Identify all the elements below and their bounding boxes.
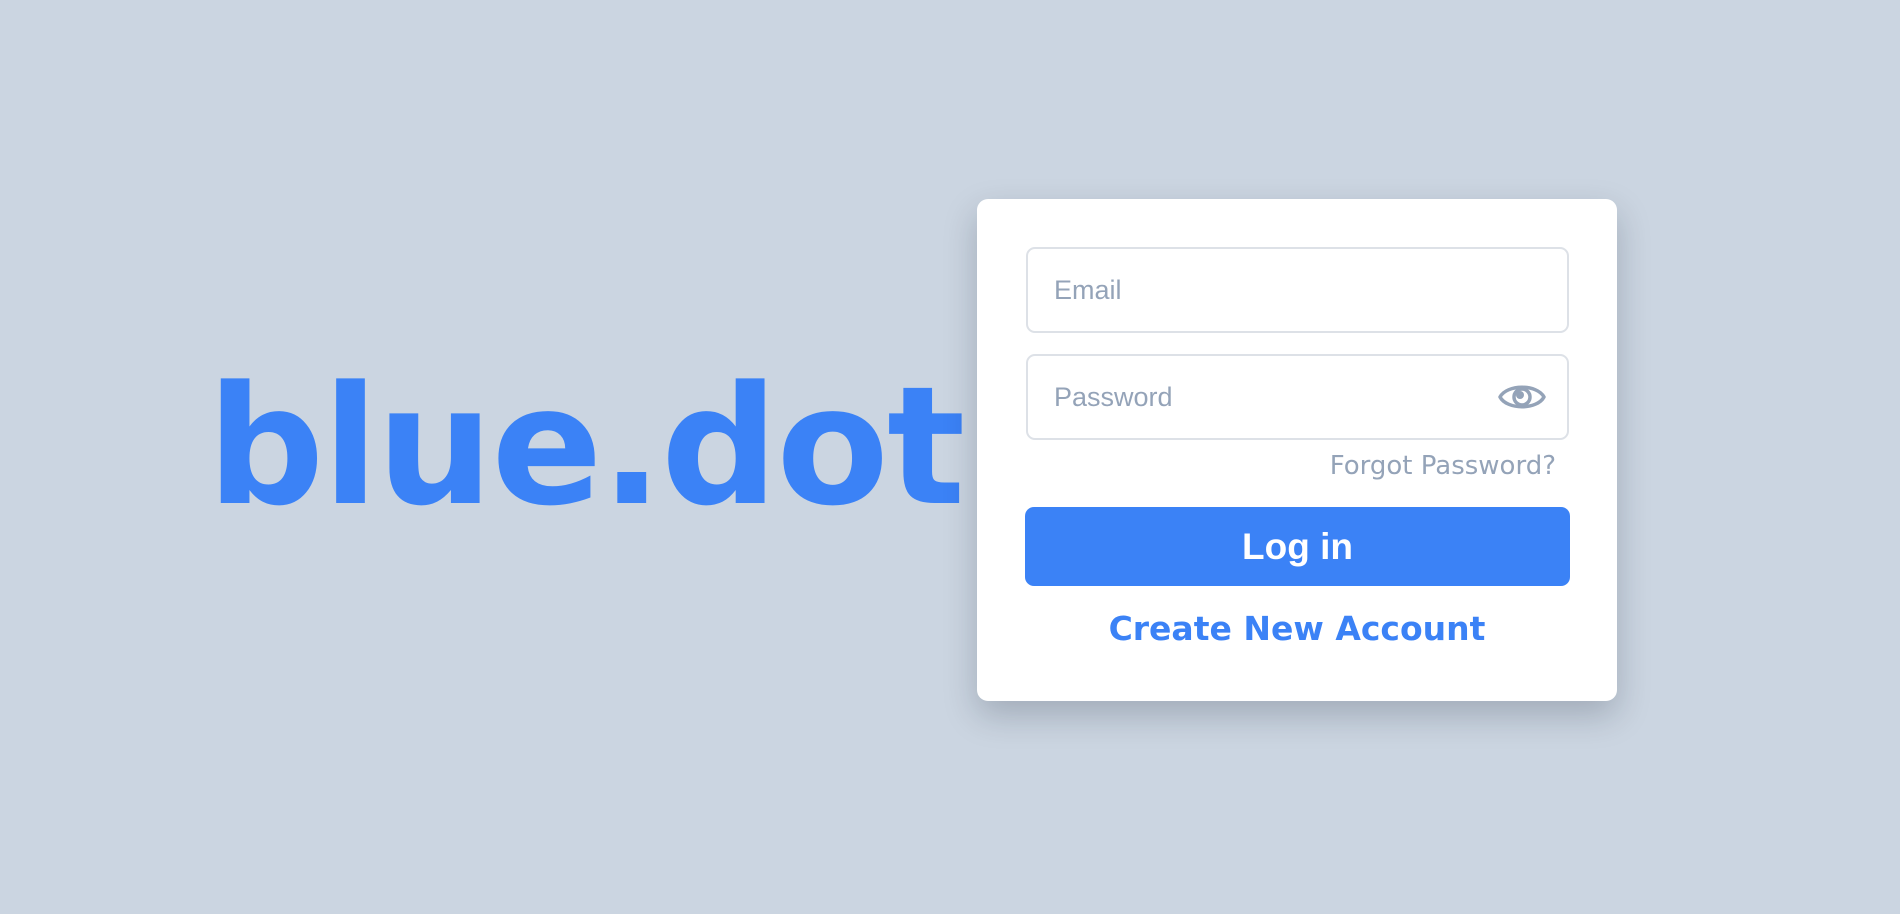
- login-button[interactable]: Log in: [1025, 507, 1570, 586]
- login-page: blue.dot Forgot Password? Log in Create …: [0, 0, 1900, 914]
- login-card: Forgot Password? Log in Create New Accou…: [977, 199, 1617, 701]
- email-field-container: [1026, 247, 1569, 333]
- eye-icon[interactable]: [1497, 376, 1547, 418]
- create-account-link[interactable]: Create New Account: [977, 609, 1617, 648]
- password-input[interactable]: [1028, 356, 1567, 438]
- password-field-container: [1026, 354, 1569, 440]
- email-input[interactable]: [1028, 249, 1567, 331]
- forgot-password-link[interactable]: Forgot Password?: [1330, 451, 1556, 481]
- brand-logo: blue.dot: [207, 351, 965, 542]
